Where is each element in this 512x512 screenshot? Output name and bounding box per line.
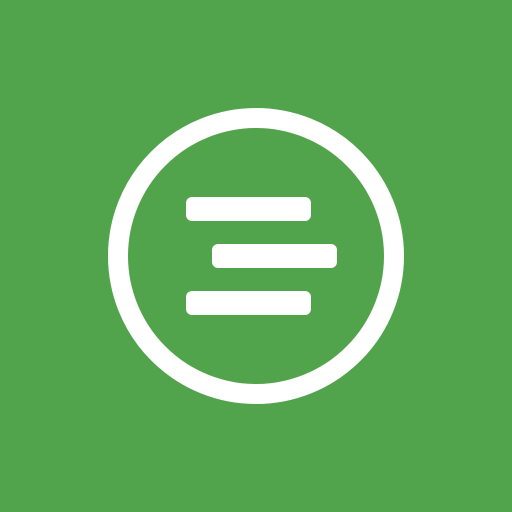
circled-staggered-lines-icon (108, 108, 404, 404)
logo-line-middle (212, 244, 337, 268)
logo-line-bottom (186, 291, 311, 315)
app-icon-tile (0, 0, 512, 512)
logo-line-top (186, 197, 311, 221)
